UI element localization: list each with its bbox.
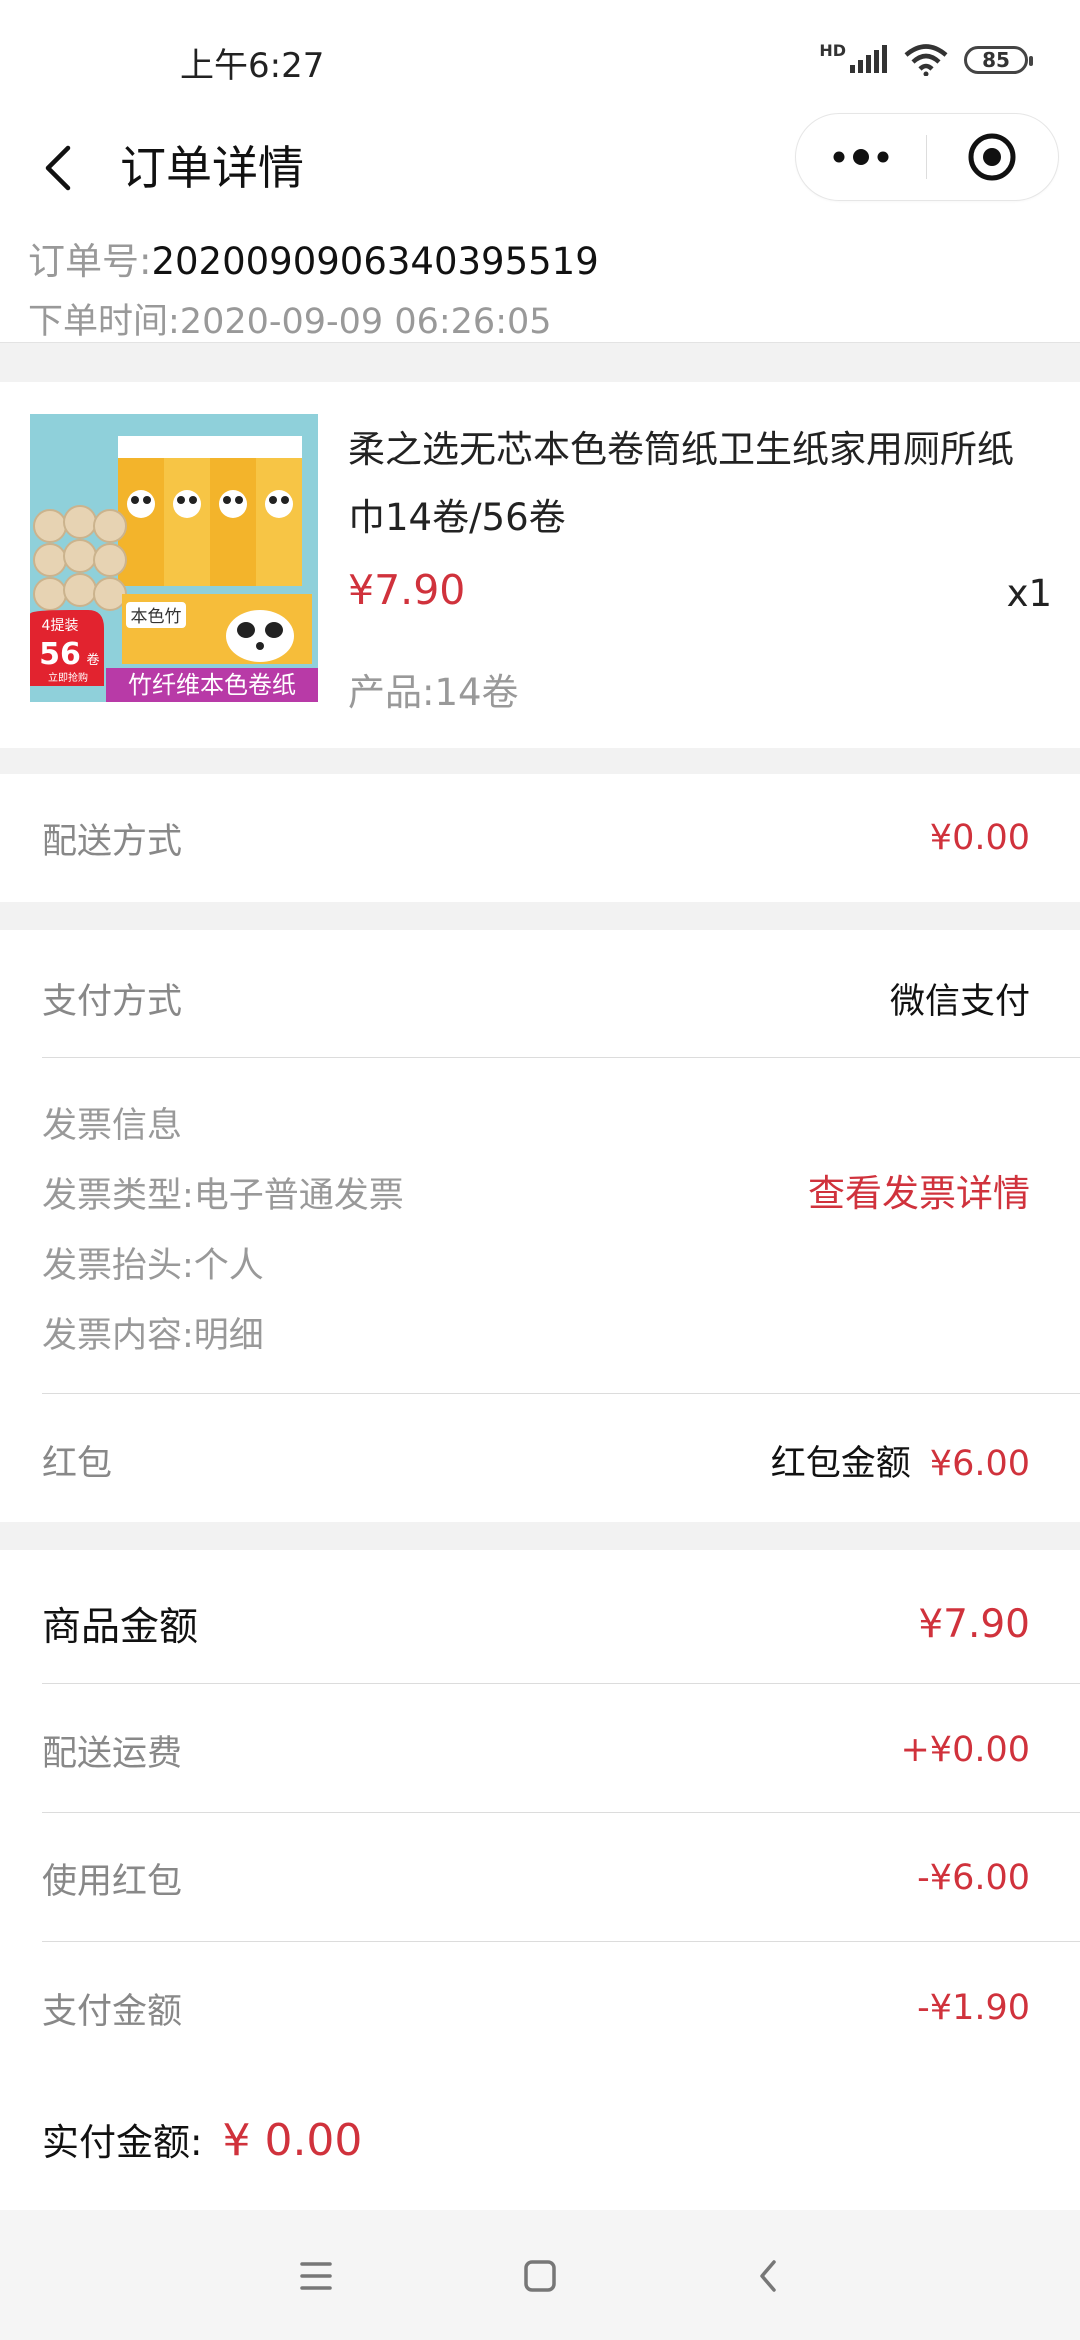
- status-time: 上午6:27: [180, 46, 325, 86]
- goods-amount-value: ¥7.90: [918, 1601, 1030, 1647]
- delivery-row: 配送方式 ¥0.00: [42, 812, 1030, 864]
- invoice-header: 发票抬头:个人: [42, 1246, 264, 1286]
- divider: [42, 1812, 1080, 1813]
- product-quantity: x1: [1006, 572, 1052, 615]
- more-button[interactable]: [796, 114, 926, 200]
- system-back-button[interactable]: [742, 2250, 794, 2302]
- wifi-icon: [904, 44, 948, 76]
- home-square-icon: [524, 2260, 556, 2292]
- redpacket-row: 红包 红包金额 ¥6.00: [42, 1432, 1030, 1488]
- banner-text: 竹纤维本色卷纸: [128, 671, 296, 699]
- order-info: 订单号:2020090906340395519 下单时间:2020-09-09 …: [0, 228, 1080, 343]
- menu-button[interactable]: [290, 2250, 342, 2302]
- payment-row: 支付方式 微信支付: [42, 970, 1030, 1026]
- goods-amount-label: 商品金额: [42, 1605, 199, 1650]
- invoice-type: 发票类型:电子普通发票: [42, 1176, 404, 1216]
- status-bar: 上午6:27 HD 85: [0, 0, 1080, 110]
- delivery-value: ¥0.00: [929, 818, 1030, 858]
- view-invoice-link[interactable]: 查看发票详情: [808, 1166, 1030, 1222]
- divider: [42, 1393, 1080, 1394]
- home-button[interactable]: [514, 2250, 566, 2302]
- used-redpacket-label: 使用红包: [42, 1861, 183, 1902]
- more-dots-icon: [833, 149, 889, 165]
- order-time-row: 下单时间:2020-09-09 06:26:05: [28, 296, 552, 348]
- final-amount-row: 实付金额: ¥ 0.00: [42, 2112, 362, 2166]
- pay-amount-value: -¥1.90: [917, 1988, 1030, 2028]
- redpacket-amount-group: 红包金额 ¥6.00: [771, 1435, 1030, 1486]
- redpacket-amount-label: 红包金额: [770, 1443, 911, 1484]
- goods-amount-row: 商品金额 ¥7.90: [42, 1594, 1030, 1654]
- status-icons: HD 85: [819, 38, 1033, 82]
- product-image-art: 本色竹 4提装 56 卷 立即抢购 竹纤维本色卷纸: [30, 414, 318, 702]
- payment-value: 微信支付: [889, 981, 1030, 1022]
- order-time-label: 下单时间:: [28, 302, 180, 342]
- invoice-title: 发票信息: [42, 1106, 183, 1146]
- used-redpacket-value: -¥6.00: [917, 1858, 1030, 1898]
- menu-lines-icon: [300, 2262, 332, 2290]
- nav-bar: 订单详情: [0, 110, 1080, 230]
- product-price: ¥7.90: [348, 566, 466, 614]
- badge-top-text: 4提装: [42, 618, 79, 634]
- final-amount-value: ¥ 0.00: [222, 2115, 363, 2166]
- pkg-brand-text: 本色竹: [131, 607, 182, 627]
- badge-number-text: 56: [39, 637, 81, 672]
- hd-label: HD: [819, 40, 846, 60]
- delivery-card: 配送方式 ¥0.00: [0, 774, 1080, 902]
- page-title: 订单详情: [120, 141, 304, 195]
- back-triangle-icon: [760, 2260, 776, 2292]
- invoice-content: 发票内容:明细: [42, 1316, 264, 1356]
- battery-icon: 85: [964, 46, 1033, 74]
- badge-unit-text: 卷: [86, 652, 99, 668]
- pay-amount-label: 支付金额: [42, 1991, 183, 2032]
- delivery-label: 配送方式: [42, 821, 183, 862]
- product-name: 柔之选无芯本色卷筒纸卫生纸家用厕所纸巾14卷/56卷: [348, 428, 1014, 539]
- back-button[interactable]: [34, 128, 90, 208]
- redpacket-amount: ¥6.00: [929, 1443, 1030, 1484]
- badge-sub-text: 立即抢购: [48, 671, 88, 684]
- summary-card: 商品金额 ¥7.90 配送运费 +¥0.00 使用红包 -¥6.00 支付金额 …: [0, 1550, 1080, 2210]
- payment-label: 支付方式: [42, 981, 183, 1022]
- used-redpacket-row: 使用红包 -¥6.00: [42, 1850, 1030, 1906]
- close-miniprogram-button[interactable]: [927, 114, 1057, 200]
- product-spec: 产品:14卷: [348, 671, 519, 714]
- target-close-icon: [968, 133, 1016, 181]
- shipping-value: +¥0.00: [900, 1730, 1030, 1770]
- product-item[interactable]: 本色竹 4提装 56 卷 立即抢购 竹纤维本色卷纸 柔之选无芯本色卷筒纸卫生纸家…: [0, 382, 1080, 748]
- product-image[interactable]: 本色竹 4提装 56 卷 立即抢购 竹纤维本色卷纸: [30, 414, 318, 702]
- order-number: 2020090906340395519: [151, 240, 599, 283]
- order-number-row: 订单号:2020090906340395519: [28, 234, 599, 290]
- miniprogram-capsule: [795, 113, 1059, 201]
- redpacket-label: 红包: [42, 1443, 113, 1484]
- shipping-label: 配送运费: [42, 1733, 183, 1774]
- pay-amount-row: 支付金额 -¥1.90: [42, 1980, 1030, 2036]
- shipping-row: 配送运费 +¥0.00: [42, 1722, 1030, 1778]
- signal-icon: [850, 45, 887, 73]
- divider: [42, 1941, 1080, 1942]
- divider: [42, 1057, 1080, 1058]
- final-amount-label: 实付金额:: [42, 2121, 203, 2164]
- chevron-left-icon: [45, 145, 71, 191]
- order-number-label: 订单号:: [28, 240, 152, 283]
- divider: [42, 1683, 1080, 1684]
- system-nav-bar: [0, 2210, 1080, 2340]
- payment-card: 支付方式 微信支付 发票信息 发票类型:电子普通发票 查看发票详情 发票抬头:个…: [0, 930, 1080, 1522]
- order-time: 2020-09-09 06:26:05: [179, 302, 552, 342]
